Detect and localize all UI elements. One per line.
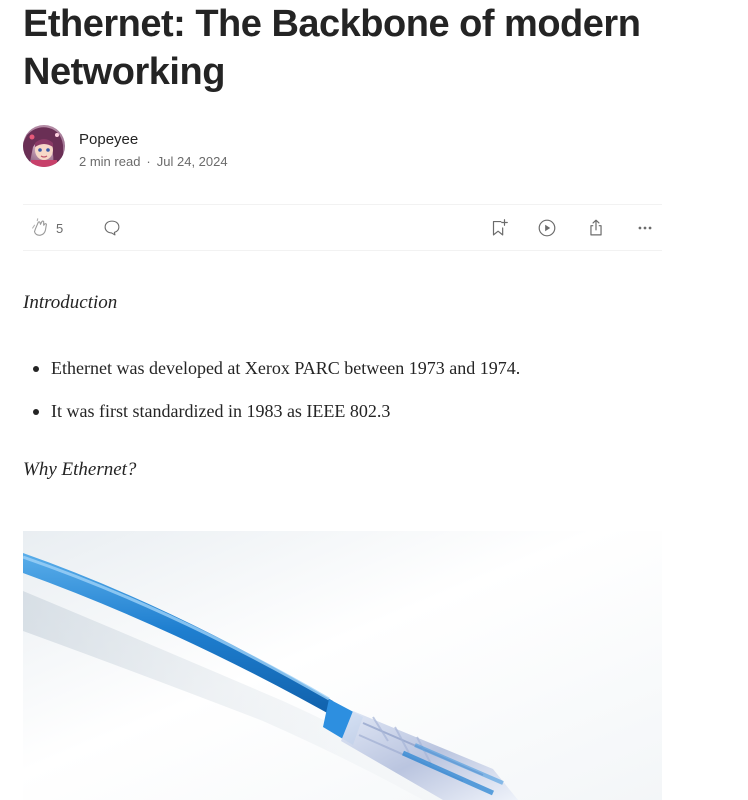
author-avatar[interactable] [23,125,65,167]
comment-icon[interactable] [101,217,123,239]
read-time: 2 min read [79,154,141,169]
bullet-list: Ethernet was developed at Xerox PARC bet… [23,356,662,442]
action-bar: 5 [23,204,662,251]
article-title: Ethernet: The Backbone of modern Network… [23,3,641,93]
list-item: Ethernet was developed at Xerox PARC bet… [23,356,662,380]
intro-heading: Introduction [23,292,118,313]
avatar-image [23,125,65,167]
bookmark-add-icon[interactable] [488,217,510,239]
hero-image [23,531,662,800]
why-heading: Why Ethernet? [23,459,137,480]
list-item: It was first standardized in 1983 as IEE… [23,399,662,423]
clap-icon[interactable] [29,217,51,239]
share-icon[interactable] [585,217,607,239]
author-byline: Popeyee 2 min read · Jul 24, 2024 [23,125,423,169]
clap-count: 5 [56,221,64,236]
article-meta: 2 min read · Jul 24, 2024 [79,154,228,169]
play-icon[interactable] [536,217,558,239]
publish-date: Jul 24, 2024 [156,154,228,169]
author-name[interactable]: Popeyee [79,131,138,148]
ethernet-cable-image [23,531,662,800]
more-icon[interactable] [634,217,656,239]
meta-separator: · [146,154,151,169]
